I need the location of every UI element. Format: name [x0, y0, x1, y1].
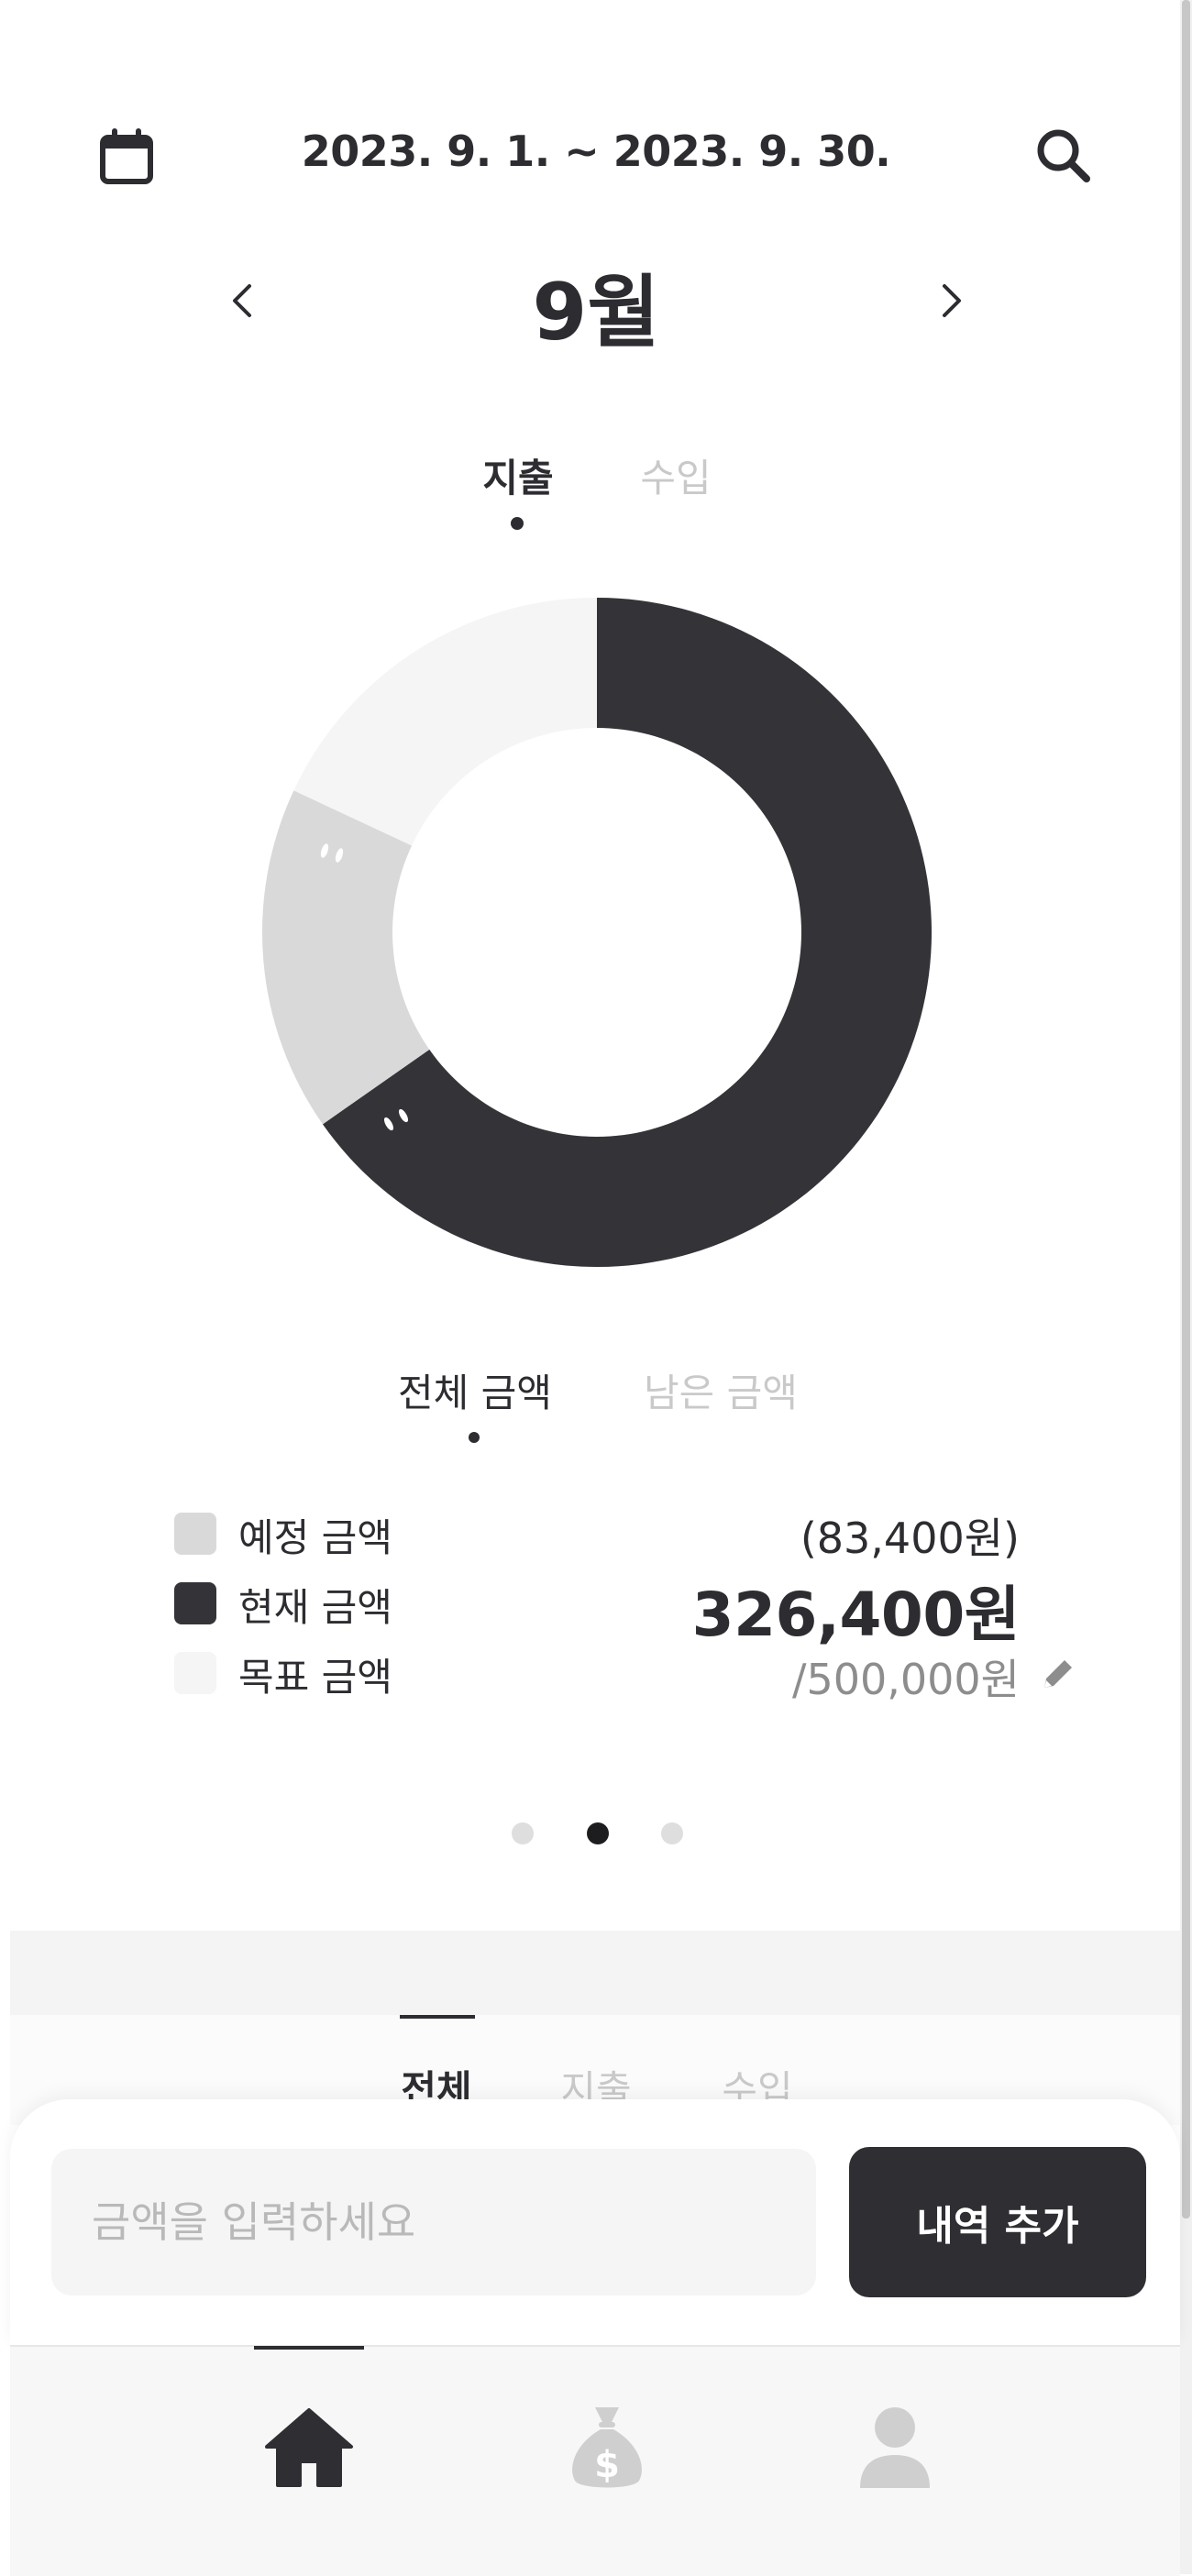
- tab-total-amount[interactable]: 전체 금액: [383, 1362, 567, 1418]
- tab-income[interactable]: 수입: [616, 447, 735, 503]
- date-range[interactable]: 2023. 9. 1. ~ 2023. 9. 30.: [275, 127, 917, 176]
- pencil-icon: [1044, 1660, 1072, 1688]
- nav-budget[interactable]: $: [515, 2365, 699, 2530]
- legend-swatch-planned: [174, 1513, 216, 1555]
- legend-label-planned: 예정 금액: [238, 1515, 392, 1560]
- legend-label-target: 목표 금액: [238, 1655, 392, 1700]
- month-title: 9월: [532, 267, 660, 358]
- next-month-button[interactable]: [915, 264, 988, 337]
- tab-remaining-amount[interactable]: 남은 금액: [629, 1362, 812, 1418]
- filter-tab-indicator: [400, 2015, 475, 2019]
- legend-swatch-current: [174, 1582, 216, 1624]
- amount-tab-active-dot: [469, 1432, 480, 1443]
- tab-expense[interactable]: 지출: [458, 447, 578, 503]
- current-amount: 326,400원: [691, 1580, 1021, 1650]
- target-amount: /500,000원: [791, 1655, 1020, 1704]
- legend-label-current: 현재 금액: [238, 1585, 392, 1630]
- legend-swatch-target: [174, 1652, 216, 1694]
- nav-active-indicator: [254, 2346, 364, 2350]
- edit-target-button[interactable]: [1032, 1650, 1082, 1700]
- svg-text:$: $: [594, 2444, 620, 2486]
- chevron-right-icon: [943, 284, 961, 317]
- tab-active-dot: [511, 517, 524, 530]
- nav-home[interactable]: [217, 2365, 401, 2530]
- user-icon: [860, 2407, 930, 2488]
- chevron-left-icon: [233, 284, 251, 317]
- section-divider: [10, 1931, 1180, 2015]
- amount-input[interactable]: [51, 2149, 816, 2295]
- donut-chart: [262, 598, 932, 1267]
- home-icon: [265, 2408, 353, 2487]
- pager-dot-2[interactable]: [587, 1822, 609, 1844]
- scrollbar-thumb[interactable]: [1182, 0, 1190, 2218]
- planned-amount: (83,400원): [800, 1514, 1020, 1563]
- add-entry-button[interactable]: 내역 추가: [849, 2147, 1146, 2297]
- pager-dot-3[interactable]: [661, 1822, 683, 1844]
- money-bag-icon: $: [572, 2407, 642, 2488]
- prev-month-button[interactable]: [205, 264, 279, 337]
- calendar-icon: [100, 128, 153, 184]
- search-button[interactable]: [1027, 119, 1100, 193]
- calendar-button[interactable]: [90, 119, 163, 193]
- search-icon: [1037, 129, 1090, 182]
- nav-profile[interactable]: [803, 2365, 987, 2530]
- pager-dot-1[interactable]: [512, 1822, 534, 1844]
